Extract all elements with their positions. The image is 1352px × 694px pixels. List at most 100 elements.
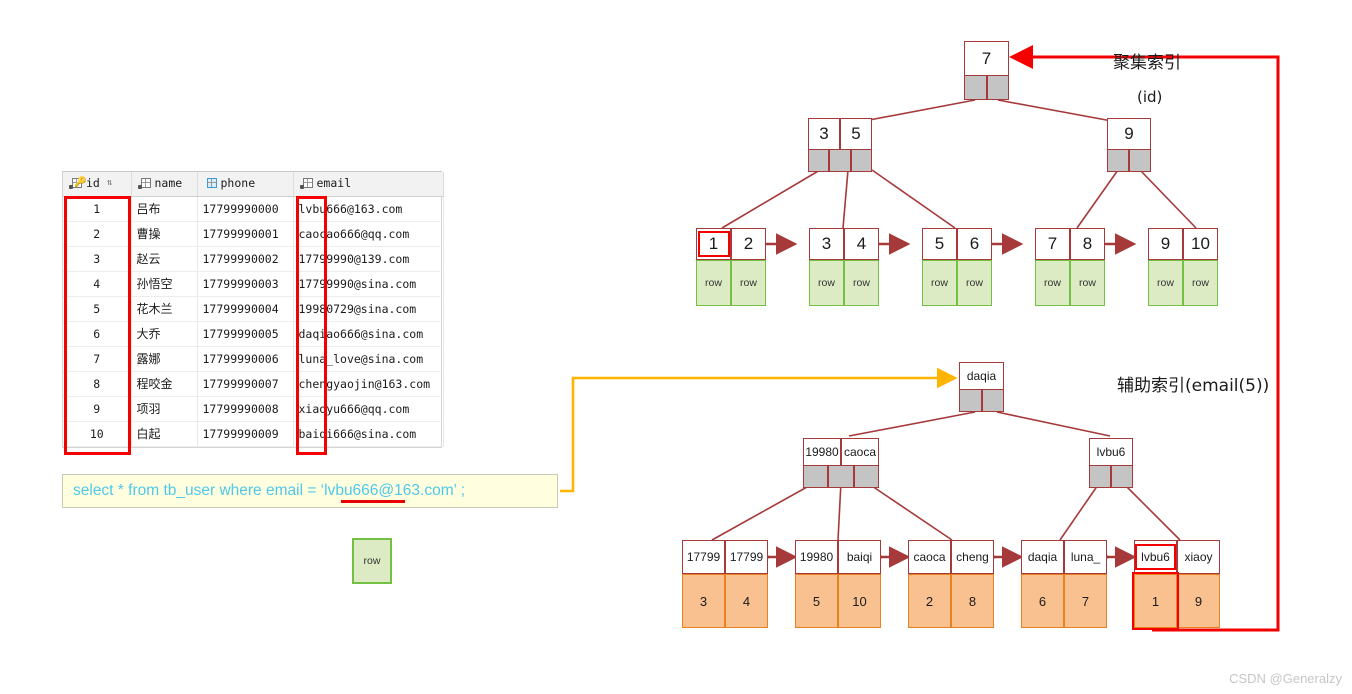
pointer-cell[interactable] [1129,150,1151,172]
leaf-key-cell: 2 [731,228,766,260]
pointer-cell[interactable] [1089,466,1111,488]
cell-phone: 17799990001 [197,221,294,247]
sql-literal: lvbu666@163.com [324,482,454,499]
sql-prefix: select * from tb_user where email = ‘ [73,482,325,499]
sort-indicator-icon[interactable]: ⇅ [107,178,112,188]
secondary-leaf-node[interactable]: 19980 baiqi 5 10 [795,540,881,628]
clustered-leaf-node[interactable]: 3 4 row row [809,228,879,306]
pointer-cell[interactable] [829,150,851,172]
node-key: caoca [841,438,879,466]
primary-key-icon: 🔑 [69,177,86,189]
pointer-cell[interactable] [808,150,830,172]
row-id-cell: 6 [1021,574,1064,628]
clustered-index-sublabel: (id) [1137,88,1163,106]
row-id-cell: 2 [908,574,951,628]
node-key: 19980 [803,438,841,466]
row-data-cell: row [1070,260,1105,306]
column-header-email[interactable]: email [293,172,444,197]
clustered-leaf-node[interactable]: 9 10 row row [1148,228,1218,306]
clustered-internal-node-b[interactable]: 9 [1107,118,1151,172]
column-icon [137,177,151,189]
row-id-cell: 10 [838,574,881,628]
secondary-root-node[interactable]: daqia [959,362,1004,412]
pointer-cell[interactable] [853,466,879,488]
cell-phone: 17799990008 [197,396,294,422]
column-header-phone-label: phone [220,176,256,190]
leaf-key-cell: luna_ [1064,540,1107,574]
pointer-cell[interactable] [828,466,854,488]
column-header-name-label: name [154,176,183,190]
pointer-cell[interactable] [1107,150,1129,172]
cell-name: 程咬金 [131,371,198,397]
clustered-leaf-node[interactable]: 5 6 row row [922,228,992,306]
secondary-leaf-node[interactable]: daqia luna_ 6 7 [1021,540,1107,628]
node-key: 3 [808,118,840,150]
id-column-highlight [64,196,131,455]
secondary-key-highlight [1135,544,1176,570]
node-key: 9 [1107,118,1151,150]
row-id-cell: 7 [1064,574,1107,628]
cell-name: 露娜 [131,346,198,372]
cell-phone: 17799990002 [197,246,294,272]
row-data-cell: row [957,260,992,306]
cell-phone: 17799990000 [197,196,294,222]
node-key: 5 [840,118,872,150]
cell-name: 赵云 [131,246,198,272]
pointer-cell[interactable] [850,150,872,172]
secondary-id-highlight [1132,572,1179,630]
cell-name: 大乔 [131,321,198,347]
row-id-cell: 4 [725,574,768,628]
pointer-cell[interactable] [1111,466,1133,488]
cell-name: 孙悟空 [131,271,198,297]
row-data-cell: row [1148,260,1183,306]
secondary-leaf-node[interactable]: caoca cheng 2 8 [908,540,994,628]
sql-query-box[interactable]: select * from tb_user where email = ‘ lv… [62,474,558,508]
clustered-index-label: 聚集索引 [1113,53,1181,73]
leaf-key-cell: 19980 [795,540,838,574]
pointer-cell[interactable] [803,466,829,488]
secondary-leaf-row: 17799 17799 3 4 19980 baiqi 5 10 caoca cheng 2 8 daq… [682,540,1220,630]
leaf-key-cell: caoca [908,540,951,574]
cell-phone: 17799990003 [197,271,294,297]
secondary-leaf-node[interactable]: 17799 17799 3 4 [682,540,768,628]
cell-name: 吕布 [131,196,198,222]
leaf-key-cell: baiqi [838,540,881,574]
column-header-id[interactable]: 🔑 id ⇅ [63,172,132,197]
cell-name: 白起 [131,421,198,447]
clustered-root-node[interactable]: 7 [964,41,1009,100]
cell-phone: 17799990007 [197,371,294,397]
pointer-cell[interactable] [986,76,1009,100]
secondary-internal-node-a[interactable]: 19980 caoca [803,438,879,488]
column-icon [299,177,313,189]
leaf-key-cell: cheng [951,540,994,574]
secondary-leaf-node[interactable]: lvbu6 xiaoy 1 9 [1132,540,1220,630]
clustered-leaf-node[interactable]: 7 8 row row [1035,228,1105,306]
leaf-key-cell: 17799 [682,540,725,574]
email-column-highlight [296,196,327,455]
column-header-name[interactable]: name [131,172,198,197]
cell-phone: 17799990006 [197,346,294,372]
clustered-leaf-node[interactable]: 1 2 row row [696,228,766,306]
standalone-row-box: row [352,538,392,584]
leaf-key-cell: 4 [844,228,879,260]
pointer-cell[interactable] [964,76,987,100]
leaf-key-cell: daqia [1021,540,1064,574]
leaf-key-cell: 10 [1183,228,1218,260]
column-icon-blue [204,177,217,189]
clustered-root-key: 7 [964,41,1009,76]
leaf-key-cell: 8 [1070,228,1105,260]
clustered-internal-node-a[interactable]: 3 5 [808,118,872,172]
column-header-id-label: id [86,176,100,190]
secondary-internal-node-b[interactable]: lvbu6 [1089,438,1133,488]
clustered-key-highlight [698,231,730,257]
sql-suffix: ’ ; [453,482,466,499]
column-header-email-label: email [316,176,352,190]
pointer-cell[interactable] [981,390,1004,412]
column-header-phone[interactable]: phone [197,172,294,197]
cell-phone: 17799990004 [197,296,294,322]
cell-name: 花木兰 [131,296,198,322]
pointer-cell[interactable] [959,390,982,412]
row-id-cell: 8 [951,574,994,628]
node-key: lvbu6 [1089,438,1133,466]
row-id-cell: 9 [1177,574,1220,628]
